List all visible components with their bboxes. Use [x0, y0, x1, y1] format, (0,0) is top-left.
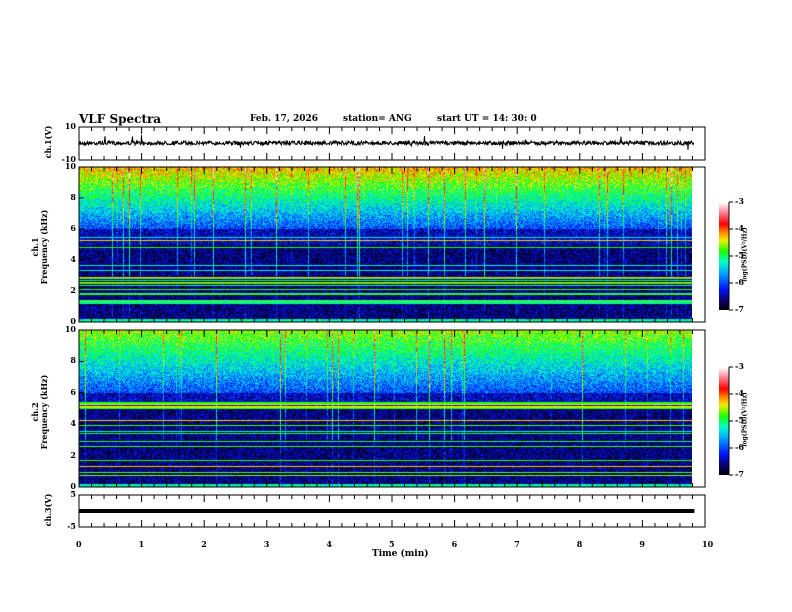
y-tick-label: 6: [70, 386, 76, 397]
vlf-figure: VLF Spectra Feb. 17, 2026 station= ANG s…: [0, 0, 792, 612]
x-tick-label: 8: [576, 539, 583, 549]
colorbar-tick-label: -4: [735, 223, 744, 233]
panel-frame-1: [78, 166, 706, 323]
colorbar-tick-label: -6: [735, 277, 744, 287]
x-axis-label: Time (min): [372, 549, 429, 559]
colorbar-tick-label: -3: [735, 196, 744, 206]
ch1-waveform: [78, 135, 694, 150]
y-tick-label: 4: [70, 254, 76, 264]
colorbar-tick-label: -4: [735, 388, 744, 398]
colorbar-tick-label: -5: [735, 415, 744, 425]
y-tick-label: 10: [64, 324, 76, 334]
sp1-ylabel: ch.1 Frequency (kHz): [30, 202, 49, 292]
y-tick-label: 4: [70, 418, 76, 429]
colorbar-tick-label: -5: [735, 250, 744, 260]
y-tick-label: 2: [70, 449, 76, 460]
y-tick-label: 10: [64, 161, 76, 171]
colorbar-tick-label: -3: [735, 361, 744, 371]
sp1-ylabel-freq: Frequency (kHz): [39, 209, 49, 285]
x-tick-label: 2: [201, 539, 207, 549]
x-tick-label: 10: [702, 539, 714, 549]
x-tick-label: 0: [76, 539, 82, 549]
x-tick-label: 3: [263, 539, 270, 549]
y-tick-label: -5: [67, 521, 76, 531]
panel-frame-2: [78, 329, 706, 488]
x-tick-label: 7: [514, 539, 520, 549]
x-tick-label: 9: [639, 539, 645, 549]
colorbar-tick-label: -7: [735, 469, 744, 479]
x-tick-label: 4: [326, 539, 332, 549]
x-tick-label: 6: [451, 539, 458, 549]
ch1-ylabel: ch.1(V): [43, 125, 53, 159]
y-tick-label: 8: [70, 192, 76, 202]
ch3-ylabel: ch.3(V): [43, 493, 53, 527]
y-tick-label: 6: [70, 223, 76, 233]
sp2-ylabel-freq: Frequency (kHz): [39, 374, 49, 450]
y-tick-label: 2: [70, 285, 76, 295]
axes: [78, 126, 733, 528]
y-tick-label: 10: [64, 121, 76, 131]
colorbar-tick-label: -7: [735, 304, 744, 314]
colorbar-tick-label: -6: [735, 442, 744, 452]
x-tick-label: 5: [389, 539, 395, 549]
y-tick-label: 5: [70, 489, 76, 499]
sp2-ylabel: ch.2 Frequency (kHz): [30, 367, 49, 457]
x-tick-label: 1: [138, 539, 145, 549]
y-tick-label: 8: [70, 355, 76, 366]
